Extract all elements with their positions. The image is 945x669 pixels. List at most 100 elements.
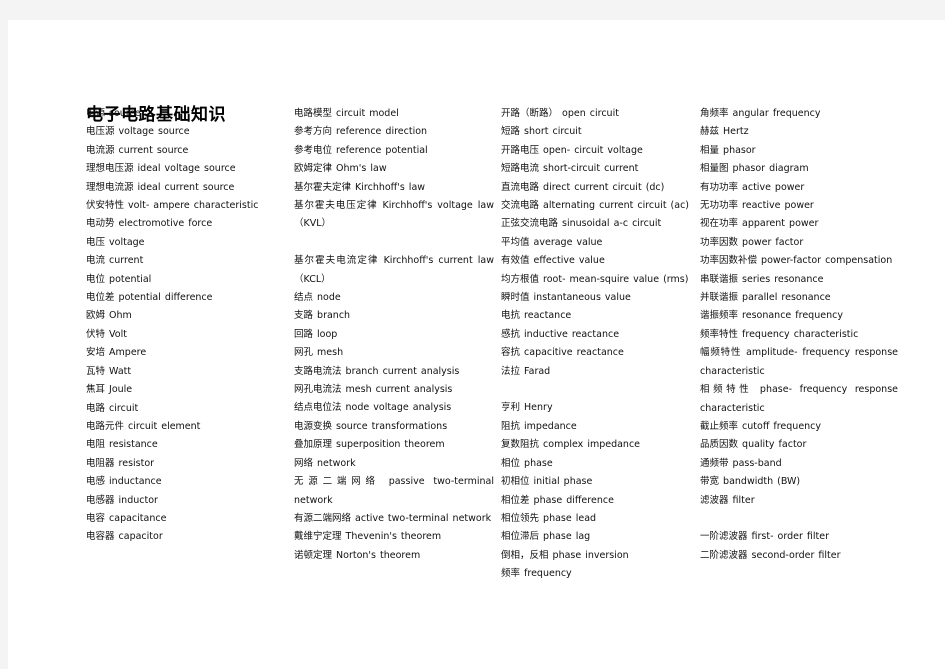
glossary-entry: 欧姆定律 Ohm's law (294, 160, 494, 178)
glossary-entry: 有功功率 active power (700, 179, 898, 197)
term-english: voltage (105, 236, 145, 248)
glossary-entry: 回路 loop (294, 326, 494, 344)
term-english: inductor (114, 494, 158, 506)
term-chinese: 电动势 (86, 218, 115, 230)
term-english: Joule (105, 384, 133, 396)
term-english: quality factor (738, 439, 807, 451)
glossary-entry: 感抗 inductive reactance (501, 326, 693, 344)
term-chinese: 电路 (86, 402, 106, 414)
term-english: power factor (738, 236, 804, 248)
glossary-entry: 戴维宁定理 Thevenin's theorem (294, 528, 494, 546)
term-chinese: 欧姆 (86, 310, 106, 322)
term-chinese: 伏特 (86, 328, 106, 340)
term-english: apparent power (738, 218, 819, 230)
glossary-entry: 幅频特性 amplitude- frequency response chara… (700, 344, 898, 381)
term-english: phase (520, 457, 553, 469)
term-chinese: 支路 (294, 310, 314, 322)
term-english: Volt (105, 328, 127, 340)
term-english: mesh current analysis (341, 384, 453, 396)
term-english: impedance (520, 420, 577, 432)
term-chinese: 电抗 (501, 310, 521, 322)
glossary-entry: 电感 inductance (86, 473, 286, 491)
term-english: effective value (529, 255, 605, 267)
term-english: active two-terminal network (351, 512, 492, 524)
term-chinese: 开路（断路） (501, 108, 559, 119)
term-chinese: 并联谐振 (700, 292, 739, 304)
term-english: frequency (520, 568, 572, 580)
term-chinese: 结点 (294, 292, 314, 304)
term-english: inductance (105, 476, 162, 488)
glossary-entry: 阻抗 impedance (501, 418, 693, 436)
glossary-entry: 电流源 current source (86, 142, 286, 160)
term-english: network (313, 457, 356, 469)
glossary-entry: 电路模型 circuit model (294, 105, 494, 123)
term-chinese: 电感 (86, 476, 106, 488)
term-english: branch current analysis (341, 365, 460, 377)
glossary-entry: 二阶滤波器 second-order filter (700, 547, 898, 565)
term-english: direct current circuit (dc) (539, 181, 665, 193)
term-chinese: 诺顿定理 (294, 549, 333, 561)
term-english: Hertz (719, 126, 749, 138)
glossary-entry: 有效值 effective value (501, 252, 693, 270)
term-chinese: 电容 (86, 512, 106, 524)
glossary-entry: 功率因数 power factor (700, 234, 898, 252)
term-english: source (105, 108, 141, 119)
glossary-entry: 相位差 phase difference (501, 492, 693, 510)
term-chinese: 二阶滤波器 (700, 549, 748, 561)
term-chinese: 有效值 (501, 255, 530, 267)
glossary-entry: 相位滞后 phase lag (501, 528, 693, 546)
term-chinese: 功率因数 (700, 236, 739, 248)
term-english: filter (728, 494, 755, 506)
term-english: instantaneous value (529, 292, 631, 304)
glossary-entry: 瓦特 Watt (86, 363, 286, 381)
term-english: reference potential (332, 144, 428, 156)
term-chinese: 电流源 (86, 144, 115, 156)
term-english: circuit model (332, 108, 399, 119)
glossary-entry: 参考方向 reference direction (294, 123, 494, 141)
term-chinese: 欧姆定律 (294, 163, 333, 175)
term-chinese: 基尔霍夫电流定律 (294, 255, 379, 267)
term-english: Norton's theorem (332, 549, 421, 561)
glossary-column-1: 电源 source 电压源 voltage source 电流源 current s… (86, 105, 286, 547)
term-chinese: 相频特性 (700, 384, 753, 396)
glossary-entry: 无源二端网络 passive two-terminal network (294, 473, 494, 510)
term-chinese: 戴维宁定理 (294, 531, 342, 543)
term-chinese: 理想电压源 (86, 163, 134, 175)
term-english: resonance frequency (738, 310, 843, 322)
term-chinese: 回路 (294, 328, 314, 340)
term-chinese: 带宽 (700, 476, 720, 488)
glossary-entry: 理想电流源 ideal current source (86, 179, 286, 197)
term-chinese: 视在功率 (700, 218, 739, 230)
term-english: phase inversion (548, 549, 629, 561)
term-english: current source (114, 144, 189, 156)
glossary-entry: 电源 source (86, 105, 286, 123)
term-english: current (105, 255, 144, 267)
glossary-entry: 网孔 mesh (294, 344, 494, 362)
term-english: Ohm's law (332, 163, 387, 175)
term-chinese: 法拉 (501, 365, 521, 377)
term-english: second-order filter (747, 549, 841, 561)
glossary-entry: 基尔霍夫定律 Kirchhoff's law (294, 179, 494, 197)
glossary-entry: 支路 branch (294, 307, 494, 325)
glossary-entry: 无功功率 reactive power (700, 197, 898, 215)
term-chinese: 电阻器 (86, 457, 115, 469)
glossary-entry: 功率因数补偿 power-factor compensation (700, 252, 898, 270)
term-chinese: 功率因数补偿 (700, 255, 758, 267)
term-chinese: 瞬时值 (501, 292, 530, 304)
term-english: open circuit (558, 108, 619, 119)
glossary-entry: 电压 voltage (86, 234, 286, 252)
term-chinese: 直流电路 (501, 181, 540, 193)
glossary-entry: 交流电路 alternating current circuit (ac) (501, 197, 693, 215)
term-english: bandwidth (BW) (719, 476, 801, 488)
term-english: mesh (313, 347, 344, 359)
glossary-entry: 电阻器 resistor (86, 455, 286, 473)
glossary-entry: 开路电压 open- circuit voltage (501, 142, 693, 160)
term-english: ideal voltage source (133, 163, 236, 175)
glossary-entry: 电容 capacitance (86, 510, 286, 528)
glossary-spacer (294, 234, 494, 252)
glossary-spacer (501, 381, 693, 399)
term-chinese: 结点电位法 (294, 402, 342, 414)
term-chinese: 相位领先 (501, 512, 540, 524)
glossary-entry: 法拉 Farad (501, 363, 693, 381)
term-english: Ampere (105, 347, 147, 359)
